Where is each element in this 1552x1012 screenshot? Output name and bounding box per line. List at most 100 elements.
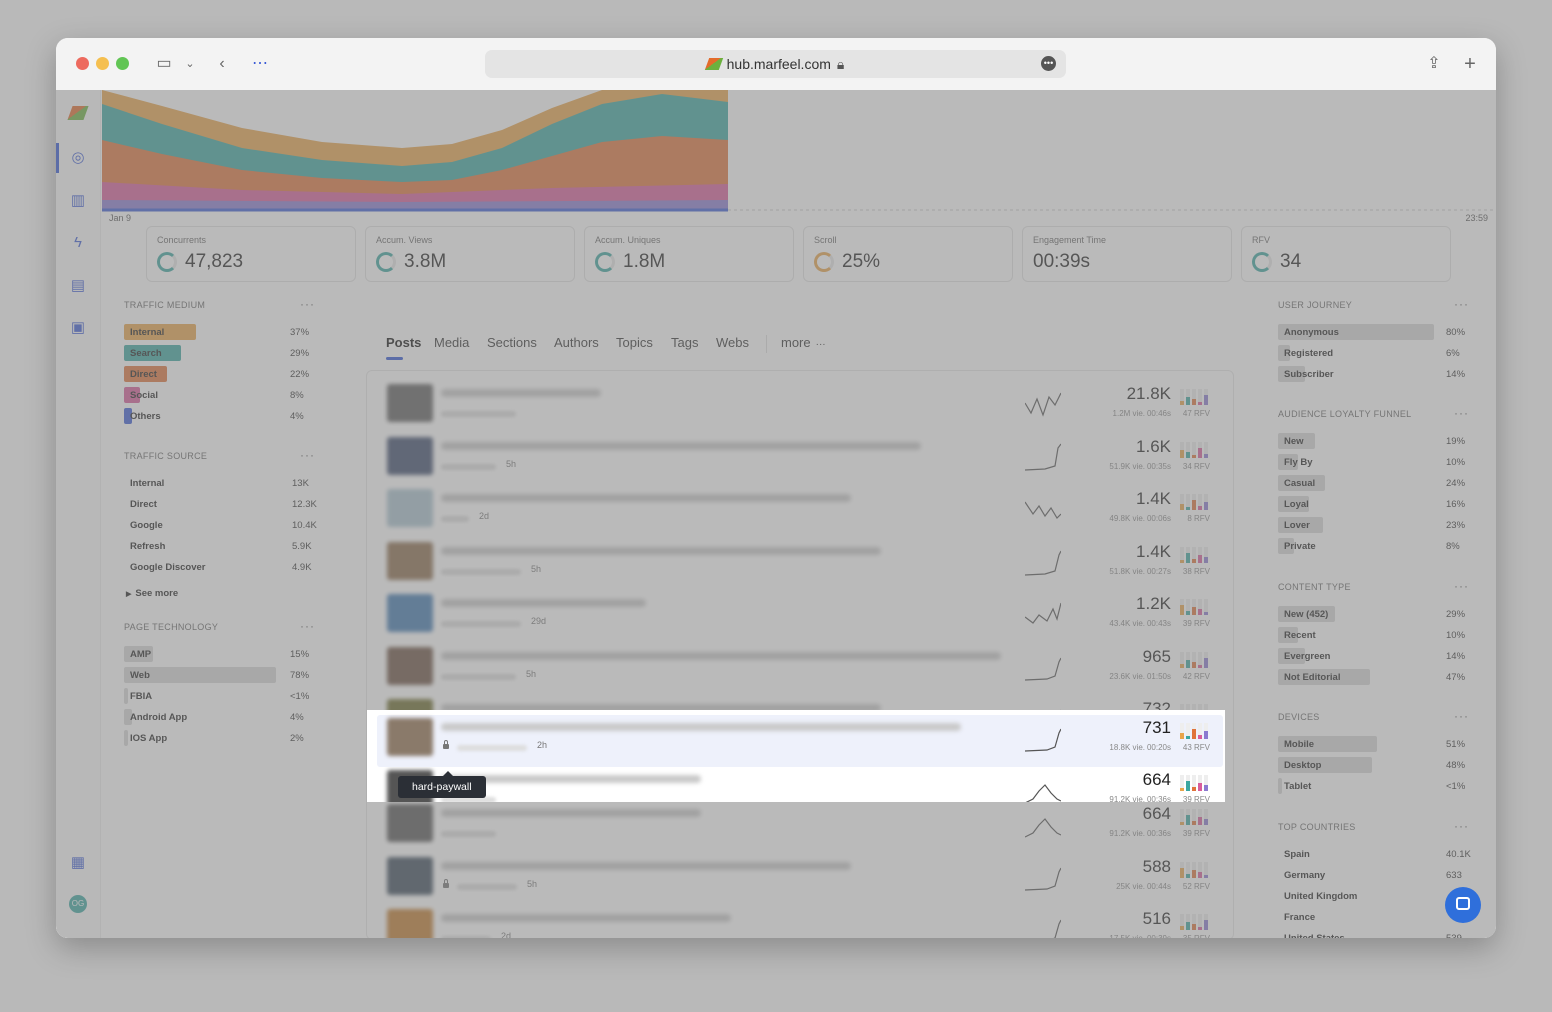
tab-topics[interactable]: Topics [616,335,653,350]
post-title-redacted[interactable] [441,809,701,817]
tab-webs[interactable]: Webs [716,335,749,350]
post-thumbnail[interactable] [387,541,433,580]
table-row[interactable]: 2h18.8K vie.73100:20s43 RFV [377,715,1223,767]
user-journey-more-icon[interactable]: ··· [1454,297,1469,311]
list-item[interactable]: Direct 22% [124,365,312,383]
tab-more[interactable]: more ··· [781,335,826,350]
post-thumbnail[interactable] [387,489,433,527]
tab-media[interactable]: Media [434,335,469,350]
share-icon[interactable]: ⇪ [1422,52,1446,76]
post-title-redacted[interactable] [441,914,731,922]
avatar[interactable]: OG [69,895,87,913]
list-item[interactable]: Evergreen 14% [1278,647,1468,665]
bar-chart-icon[interactable]: ▥ [68,191,88,211]
layout-icon[interactable]: ▤ [68,276,88,296]
sidebar-toggle-icon[interactable]: ▭ [152,52,176,76]
marfeel-logo-icon[interactable] [67,106,89,126]
tab-authors[interactable]: Authors [554,335,599,350]
kpi-engagement-time[interactable]: Engagement Time 00:39s [1022,226,1232,282]
tab-posts[interactable]: Posts [386,335,421,360]
devices-more-icon[interactable]: ··· [1454,709,1469,723]
list-item[interactable]: IOS App 2% [124,729,312,747]
compass-icon[interactable]: ◎ [68,148,88,168]
close-window-button[interactable] [76,57,89,70]
table-row[interactable]: 2d 49.8K vie. 1.4K 00:06s 8 RFV [377,486,1223,538]
post-thumbnail[interactable] [387,436,433,475]
loyalty-more-icon[interactable]: ··· [1454,406,1469,420]
list-item[interactable]: Mobile 51% [1278,735,1468,753]
list-item[interactable]: Anonymous 80% [1278,323,1468,341]
list-item[interactable]: Google 10.4K [124,516,317,534]
table-row[interactable]: 5h 23.6K vie. 965 01:50s 42 RFV [377,644,1223,696]
more-options-icon[interactable]: ••• [1041,56,1056,71]
list-item[interactable]: France [1278,908,1468,926]
list-item[interactable]: Others 4% [124,407,312,425]
post-thumbnail[interactable] [387,718,433,756]
kpi-scroll[interactable]: Scroll 25% [803,226,1013,282]
list-item[interactable]: Internal 13K [124,474,312,492]
table-row[interactable]: 5h 51.9K vie. 1.6K 00:35s 34 RFV [377,434,1223,486]
list-item[interactable]: Internal 37% [124,323,312,341]
list-item[interactable]: AMP 15% [124,645,312,663]
list-item[interactable]: FBIA <1% [124,687,312,705]
tab-overview-icon[interactable]: ⋯ [248,52,272,76]
minimize-window-button[interactable] [96,57,109,70]
new-tab-icon[interactable]: + [1458,52,1482,76]
traffic-medium-more-icon[interactable]: ··· [300,297,315,311]
list-item[interactable]: Tablet <1% [1278,777,1468,795]
folder-icon[interactable]: ▣ [68,318,88,338]
list-item[interactable]: Search 29% [124,344,312,362]
post-title-redacted[interactable] [441,494,851,502]
list-item[interactable]: Social 8% [124,386,312,404]
list-item[interactable]: New 19% [1278,432,1468,450]
list-item[interactable]: Direct 12.3K [124,495,317,513]
table-row[interactable]: 5h 51.8K vie. 1.4K 00:27s 38 RFV [377,539,1223,591]
traffic-source-more-icon[interactable]: ··· [300,448,315,462]
lightning-icon[interactable]: ϟ [68,233,88,253]
kpi-accum-uniques[interactable]: Accum. Uniques 1.8M [584,226,794,282]
table-row[interactable]: 1.2M vie. 21.8K 00:46s 47 RFV [377,381,1223,433]
back-arrow-icon[interactable]: ‹ [210,52,234,76]
table-row[interactable]: 5h 25K vie. 588 00:44s 52 RFV [377,854,1223,906]
kpi-rfv[interactable]: RFV 34 [1241,226,1451,282]
list-item[interactable]: Registered 6% [1278,344,1468,362]
page-technology-more-icon[interactable]: ··· [300,619,315,633]
maximize-window-button[interactable] [116,57,129,70]
list-item[interactable]: United Kingdom [1278,887,1468,905]
post-title-redacted[interactable] [441,651,1001,660]
kpi-concurrents[interactable]: Concurrents 47,823 [146,226,356,282]
post-thumbnail[interactable] [387,909,433,938]
post-thumbnail[interactable] [387,384,433,422]
chevron-down-icon[interactable]: ⌄ [178,52,202,76]
post-title-redacted[interactable] [441,861,851,870]
content-type-more-icon[interactable]: ··· [1454,579,1469,593]
table-row[interactable]: 91.2K vie. 664 00:36s 39 RFV [377,801,1223,853]
see-more-link[interactable]: ▶ See more [126,588,178,599]
address-bar[interactable]: hub.marfeel.com 🔒︎ ••• [485,50,1066,78]
list-item[interactable]: Desktop 48% [1278,756,1468,774]
table-row[interactable]: 29d 43.4K vie. 1.2K 00:43s 39 RFV [377,591,1223,643]
list-item[interactable]: Loyal 16% [1278,495,1468,513]
list-item[interactable]: Google Discover 4.9K [124,558,312,576]
tab-tags[interactable]: Tags [671,335,698,350]
tab-sections[interactable]: Sections [487,335,537,350]
post-title-redacted[interactable] [441,441,921,450]
post-title-redacted[interactable] [441,599,646,607]
post-thumbnail[interactable] [387,646,433,685]
post-title-redacted[interactable] [441,546,881,555]
list-item[interactable]: Refresh 5.9K [124,537,312,555]
post-title-redacted[interactable] [441,389,601,397]
post-thumbnail[interactable] [387,804,433,842]
post-title-redacted[interactable] [441,723,961,731]
list-item[interactable]: Casual 24% [1278,474,1468,492]
post-thumbnail[interactable] [387,856,433,895]
countries-more-icon[interactable]: ··· [1454,819,1469,833]
list-item[interactable]: Android App 4% [124,708,312,726]
list-item[interactable]: Germany 633 [1278,866,1468,884]
table-row[interactable]: 2d17.5K vie.51600:39s35 RFV [377,906,1223,938]
list-item[interactable]: Not Editorial 47% [1278,668,1468,686]
table-row[interactable]: 91.2K vie. 664 00:36s 39 RFV [377,767,1223,802]
building-icon[interactable]: ▦ [68,853,88,873]
list-item[interactable]: Web 78% [124,666,312,684]
list-item[interactable]: Private 8% [1278,537,1468,555]
